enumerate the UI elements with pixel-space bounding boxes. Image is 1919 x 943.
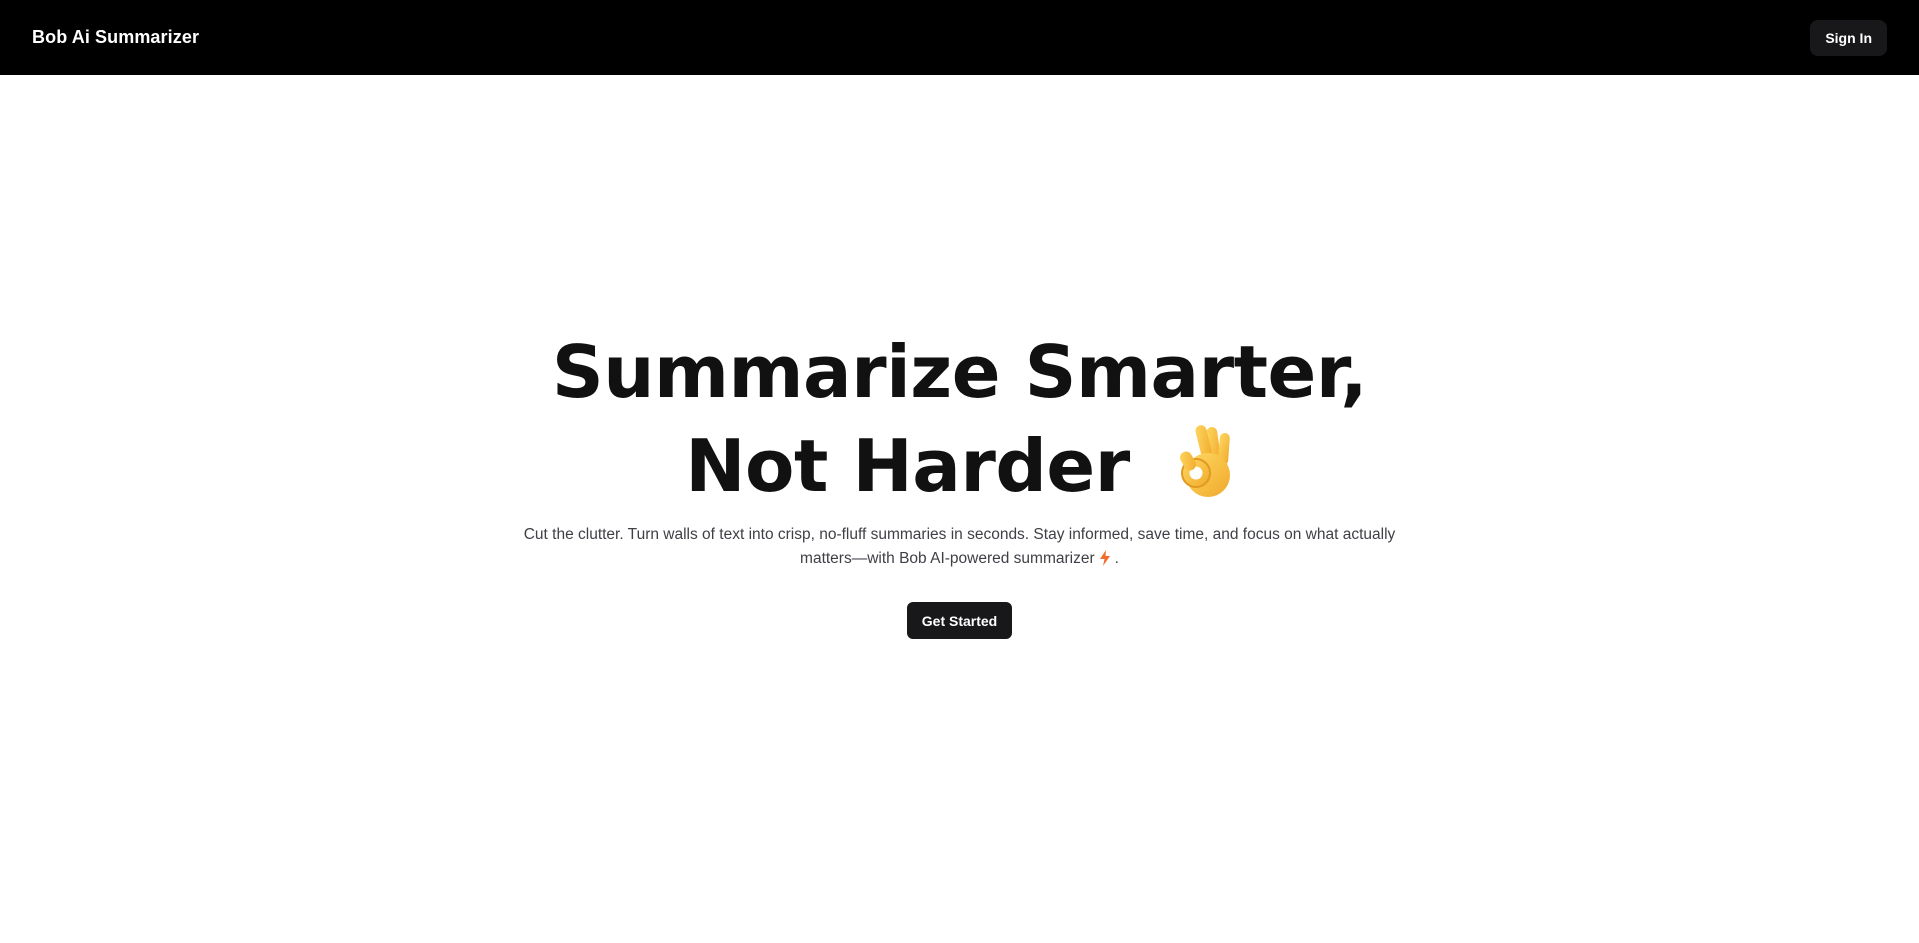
- brand-logo-text[interactable]: Bob Ai Summarizer: [32, 27, 199, 48]
- subtitle-text: Cut the clutter. Turn walls of text into…: [523, 526, 1396, 567]
- get-started-button[interactable]: Get Started: [906, 602, 1013, 639]
- hero-section: Summarize Smarter, Not Harder Cut the cl…: [0, 325, 1919, 639]
- headline-line-1: Summarize Smarter,: [551, 330, 1368, 414]
- top-navbar: Bob Ai Summarizer Sign In: [0, 0, 1919, 75]
- headline-line-2: Not Harder: [685, 424, 1130, 508]
- lightning-bolt-icon: [1099, 550, 1111, 566]
- sign-in-button[interactable]: Sign In: [1810, 19, 1887, 56]
- subtitle-period: .: [1114, 550, 1119, 567]
- hero-headline: Summarize Smarter, Not Harder: [551, 325, 1368, 513]
- hero-subtitle: Cut the clutter. Turn walls of text into…: [510, 523, 1410, 571]
- headline-line-2-wrapper: Not Harder: [552, 419, 1367, 513]
- ok-hand-icon: [1170, 421, 1234, 501]
